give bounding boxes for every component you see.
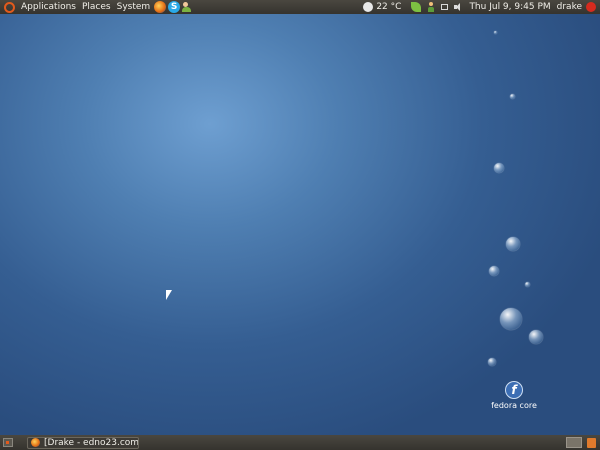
fedora-core-desktop-icon[interactable]: f fedora core: [486, 381, 542, 410]
water-drop: [494, 163, 504, 173]
water-drop: [529, 330, 543, 344]
water-drop: [525, 282, 530, 287]
water-drop: [510, 94, 515, 99]
applications-menu[interactable]: Applications: [18, 2, 79, 12]
firefox-icon: [31, 438, 40, 447]
show-desktop-icon[interactable]: [3, 438, 13, 447]
firefox-icon[interactable]: [154, 1, 167, 13]
mouse-cursor: [166, 290, 172, 300]
water-drop: [488, 358, 496, 366]
volume-icon[interactable]: [454, 3, 462, 11]
clock[interactable]: Thu Jul 9, 9:45 PM: [469, 2, 550, 12]
water-drop: [500, 308, 522, 330]
ubuntu-logo-icon[interactable]: [4, 1, 15, 13]
places-menu[interactable]: Places: [79, 2, 114, 12]
desktop[interactable]: f fedora core: [0, 14, 600, 435]
leaf-icon[interactable]: [411, 2, 422, 12]
skype-icon[interactable]: S: [168, 1, 181, 13]
bottom-panel: [Drake - edno23.com -...: [0, 435, 600, 450]
user-name[interactable]: drake: [557, 2, 582, 12]
fedora-icon: f: [505, 381, 523, 399]
taskbar-window-title: [Drake - edno23.com -...: [44, 437, 139, 448]
weather-temperature[interactable]: 22 °C: [376, 2, 401, 12]
messenger-icon[interactable]: [427, 2, 435, 12]
water-drop: [489, 266, 499, 276]
power-icon[interactable]: [586, 2, 596, 12]
desktop-icon-label: fedora core: [491, 401, 537, 410]
top-panel: Applications Places System S 22 °C Thu J…: [0, 0, 600, 14]
users-icon[interactable]: [181, 1, 193, 13]
workspace-switcher[interactable]: [566, 437, 582, 448]
network-icon[interactable]: [441, 4, 449, 10]
water-drop: [494, 31, 497, 34]
taskbar-window-button[interactable]: [Drake - edno23.com -...: [27, 436, 139, 449]
system-menu[interactable]: System: [114, 2, 154, 12]
trash-icon[interactable]: [587, 437, 596, 448]
water-drop: [506, 237, 520, 251]
weather-icon[interactable]: [363, 2, 374, 12]
